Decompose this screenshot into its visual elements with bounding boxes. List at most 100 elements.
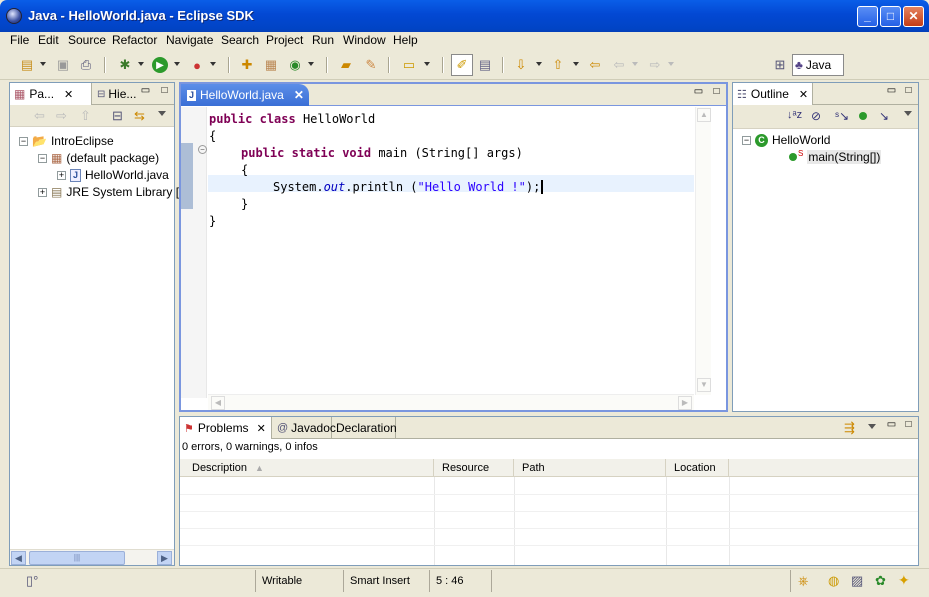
hide-static-icon[interactable]: ˢ↘ <box>835 109 849 123</box>
menu-window[interactable]: Window <box>341 33 388 47</box>
code-area[interactable]: public class HelloWorld { public static … <box>209 111 544 230</box>
tree-item-package[interactable]: − ▦ (default package) <box>38 151 159 165</box>
minimize-view-icon[interactable]: ▭ <box>886 86 897 97</box>
menu-run[interactable]: Run <box>310 33 336 47</box>
scroll-thumb[interactable]: ||| <box>29 551 125 565</box>
scroll-up-icon[interactable]: ▲ <box>697 108 711 122</box>
forward-icon[interactable]: ⇨ <box>646 56 664 74</box>
menu-refactor[interactable]: Refactor <box>110 33 159 47</box>
new-class-dropdown-icon[interactable] <box>308 62 314 66</box>
forward-dropdown-icon[interactable] <box>668 62 674 66</box>
last-edit-location-icon[interactable]: ⇦ <box>586 56 604 74</box>
close-tab-icon[interactable]: ✕ <box>294 88 304 102</box>
column-resource[interactable]: Resource <box>434 459 514 477</box>
view-menu-icon[interactable] <box>868 424 876 429</box>
hide-nonpublic-icon[interactable] <box>859 112 867 120</box>
debug-dropdown-icon[interactable] <box>138 62 144 66</box>
editor-vertical-scrollbar[interactable]: ▲ ▼ <box>695 107 711 395</box>
tab-helloworld-java[interactable]: J HelloWorld.java ✕ <box>181 84 309 106</box>
close-tab-icon[interactable]: ✕ <box>64 88 73 101</box>
open-task-dropdown-icon[interactable] <box>424 62 430 66</box>
view-menu-icon[interactable] <box>904 111 912 116</box>
progress-icon[interactable]: ⎈ <box>798 573 808 589</box>
sort-icon[interactable]: ↓ᵃz <box>787 109 802 121</box>
maximize-button[interactable]: □ <box>880 6 901 27</box>
print-icon[interactable]: ⎙ <box>77 56 95 74</box>
run-icon[interactable]: ▶ <box>152 57 168 73</box>
collapse-expander-icon[interactable]: − <box>19 136 28 146</box>
view-menu-icon[interactable] <box>158 111 166 116</box>
new-dropdown-icon[interactable] <box>40 62 46 66</box>
collapse-expander-icon[interactable]: − <box>38 153 47 163</box>
minimize-view-icon[interactable]: ▭ <box>886 420 897 431</box>
close-tab-icon[interactable]: ✕ <box>257 422 266 435</box>
expand-expander-icon[interactable]: + <box>57 170 66 180</box>
collapse-expander-icon[interactable]: − <box>742 135 751 145</box>
filter-icon[interactable]: ⇶ <box>844 420 855 436</box>
save-icon[interactable]: ▣ <box>54 56 72 74</box>
menu-help[interactable]: Help <box>391 33 420 47</box>
hide-fields-icon[interactable]: ⊘ <box>811 109 821 123</box>
maximize-view-icon[interactable]: □ <box>711 87 722 98</box>
menu-source[interactable]: Source <box>66 33 108 47</box>
maximize-view-icon[interactable]: □ <box>903 86 914 97</box>
new-icon[interactable]: ▤ <box>18 56 36 74</box>
menu-navigate[interactable]: Navigate <box>164 33 215 47</box>
menu-project[interactable]: Project <box>264 33 305 47</box>
expand-expander-icon[interactable]: + <box>38 187 47 197</box>
open-type-icon[interactable]: ▰ <box>337 56 355 74</box>
back-dropdown-icon[interactable] <box>632 62 638 66</box>
fold-collapse-icon[interactable]: − <box>198 145 207 154</box>
search-status-icon[interactable]: ◍ <box>828 573 839 589</box>
hide-local-types-icon[interactable]: ↘ <box>879 109 889 123</box>
chart-icon[interactable]: ▨ <box>851 573 863 589</box>
tab-problems[interactable]: ⚑ Problems ✕ <box>180 417 272 439</box>
previous-annotation-dropdown-icon[interactable] <box>573 62 579 66</box>
tree-item-library[interactable]: + ▤ JRE System Library [ <box>38 185 179 199</box>
scroll-right-icon[interactable]: ▶ <box>678 396 692 410</box>
column-path[interactable]: Path <box>514 459 666 477</box>
run-dropdown-icon[interactable] <box>174 62 180 66</box>
maximize-view-icon[interactable]: □ <box>903 420 914 431</box>
external-tools-dropdown-icon[interactable] <box>210 62 216 66</box>
open-task-icon[interactable]: ▭ <box>400 56 418 74</box>
close-tab-icon[interactable]: ✕ <box>799 88 808 101</box>
new-package-icon[interactable]: ▦ <box>262 56 280 74</box>
outline-item-method[interactable]: S main(String[]) <box>789 149 882 164</box>
scroll-down-icon[interactable]: ▼ <box>697 378 711 392</box>
tab-javadoc[interactable]: @ Javadoc <box>274 417 336 439</box>
link-with-editor-icon[interactable]: ⇆ <box>134 108 145 124</box>
maximize-view-icon[interactable]: □ <box>159 86 170 97</box>
collapse-all-icon[interactable]: ⊟ <box>112 108 123 124</box>
editor-horizontal-scrollbar[interactable]: ◀ ▶ <box>208 394 694 410</box>
cheat-sheet-icon[interactable]: ✿ <box>875 573 886 589</box>
editor-gutter[interactable]: − <box>181 107 207 398</box>
tab-package-explorer[interactable]: ▦ Pa... ✕ <box>10 83 92 105</box>
forward-nav-icon[interactable]: ⇨ <box>56 108 67 124</box>
tab-hierarchy[interactable]: ⊟ Hie... <box>94 83 138 105</box>
next-annotation-dropdown-icon[interactable] <box>536 62 542 66</box>
back-icon[interactable]: ⇦ <box>610 56 628 74</box>
search-icon[interactable]: ✎ <box>362 56 380 74</box>
show-source-icon[interactable]: ▤ <box>476 56 494 74</box>
scroll-left-icon[interactable]: ◀ <box>211 396 225 410</box>
minimize-button[interactable]: _ <box>857 6 878 27</box>
up-nav-icon[interactable]: ⇧ <box>80 108 91 124</box>
next-annotation-icon[interactable]: ⇩ <box>512 56 530 74</box>
sparkle-icon[interactable]: ✦ <box>898 572 910 589</box>
column-description[interactable]: Description ▲ <box>180 459 434 477</box>
java-perspective-button[interactable]: ♣ Java <box>792 54 844 76</box>
minimize-view-icon[interactable]: ▭ <box>140 86 151 97</box>
menu-search[interactable]: Search <box>219 33 261 47</box>
overview-ruler[interactable] <box>712 107 726 395</box>
new-class-icon[interactable]: ◉ <box>286 56 304 74</box>
outline-item-class[interactable]: − C HelloWorld <box>742 133 830 147</box>
scroll-left-icon[interactable]: ◀ <box>11 551 26 565</box>
column-location[interactable]: Location <box>666 459 729 477</box>
title-bar[interactable]: Java - HelloWorld.java - Eclipse SDK _ □… <box>0 0 929 32</box>
menu-edit[interactable]: Edit <box>36 33 61 47</box>
close-button[interactable]: ✕ <box>903 6 924 27</box>
scroll-right-icon[interactable]: ▶ <box>157 551 172 565</box>
tab-declaration[interactable]: Declaration <box>332 417 397 439</box>
previous-annotation-icon[interactable]: ⇧ <box>549 56 567 74</box>
